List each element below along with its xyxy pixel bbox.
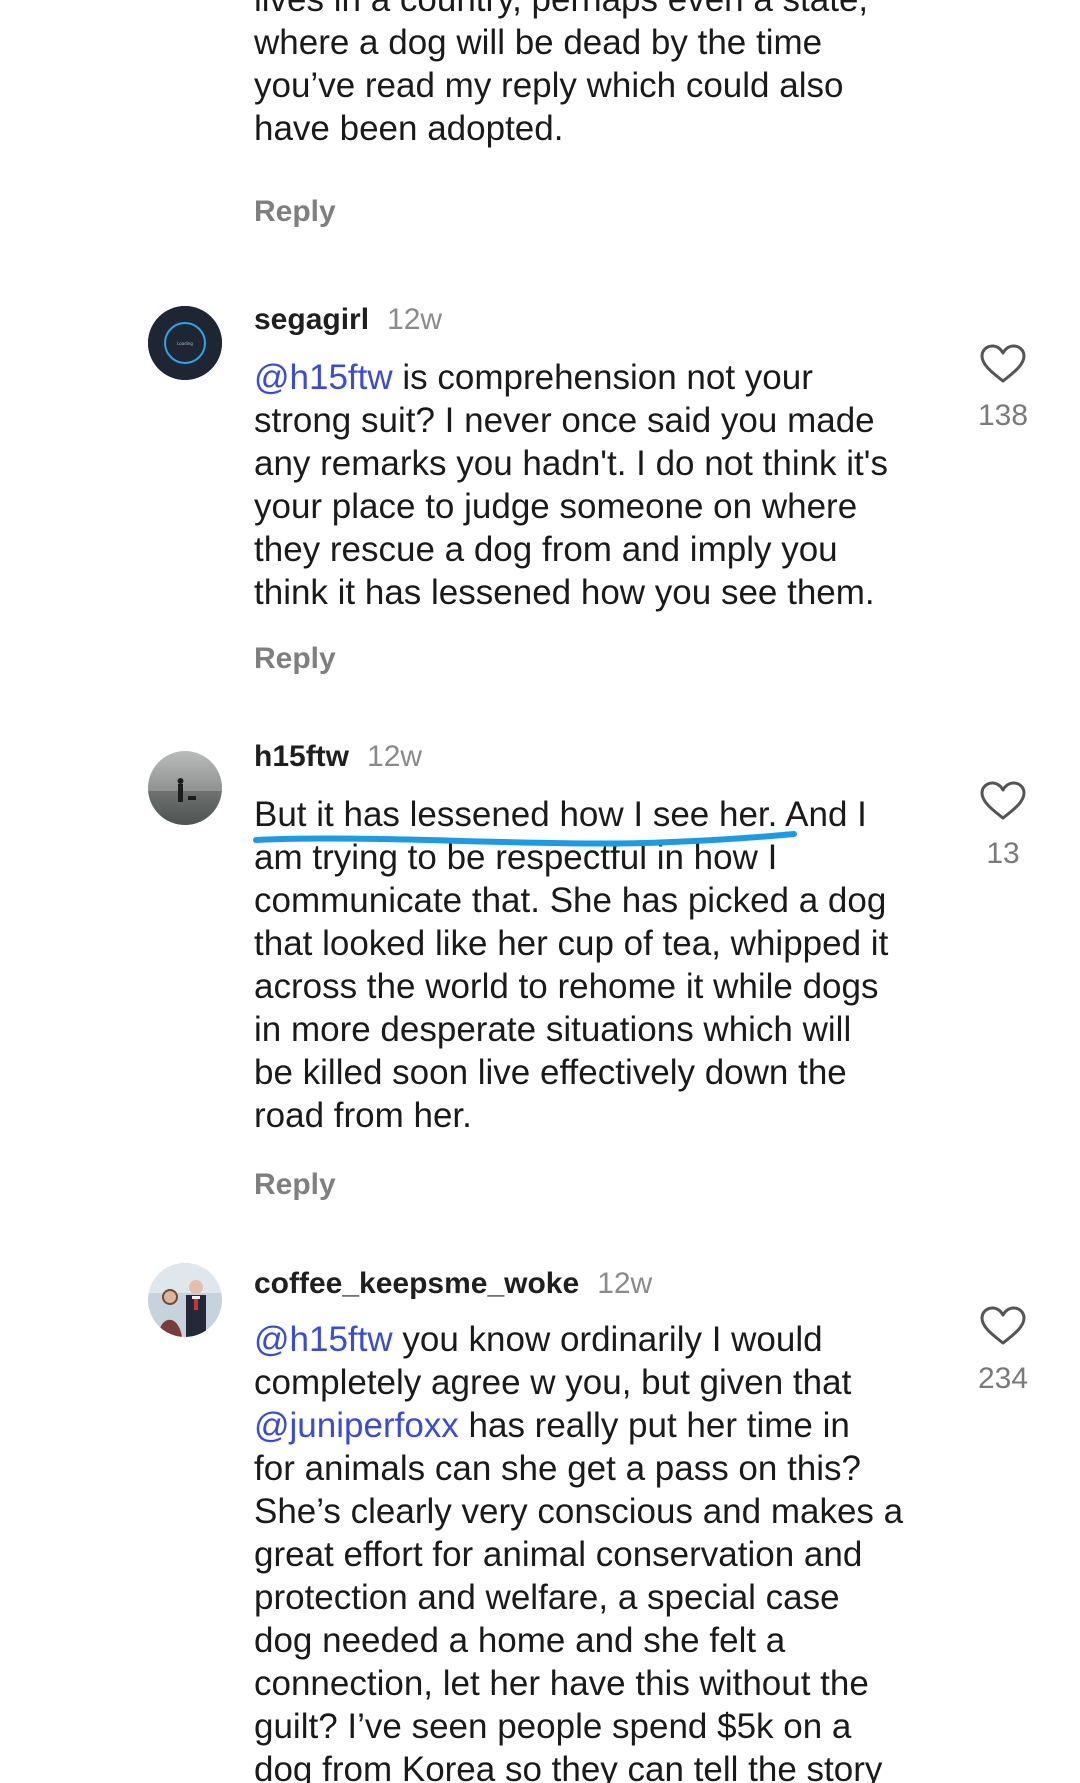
comment-line: guilt? I’ve seen people spend $5k on a [254, 1705, 944, 1748]
avatar[interactable] [148, 1263, 222, 1337]
comment-text-segment: have been adopted. [254, 109, 564, 148]
comment-line: She’s clearly very conscious and makes a [254, 1490, 944, 1533]
comments-screen: lives in a country, perhaps even a state… [0, 0, 1080, 1783]
like-count: 13 [986, 837, 1020, 870]
comment-line: they rescue a dog from and imply you [254, 528, 944, 571]
comment-line: completely agree w you, but given that [254, 1361, 944, 1404]
comment-text-segment: connection, let her have this without th… [254, 1664, 869, 1703]
username[interactable]: coffee_keepsme_woke [254, 1267, 579, 1300]
comment-line: communicate that. She has picked a dog [254, 879, 944, 922]
comment-text-segment: that looked like her cup of tea, whipped… [254, 924, 889, 963]
svg-text:Loading: Loading [177, 341, 193, 346]
username[interactable]: h15ftw [254, 740, 349, 773]
comment-line: lives in a country, perhaps even a state… [254, 0, 944, 21]
loading-avatar-icon: Loading [148, 306, 222, 380]
comment-header: h15ftw 12w [254, 739, 422, 775]
comment-line: have been adopted. [254, 107, 944, 150]
comment-text-segment: be killed soon live effectively down the [254, 1053, 847, 1092]
comment-text-segment: completely agree w you, but given that [254, 1363, 852, 1402]
comment-text-segment: where a dog will be dead by the time [254, 23, 823, 62]
comment-text-segment: across the world to rehome it while dogs [254, 967, 879, 1006]
comment-text-segment: is comprehension not your [392, 358, 813, 397]
comment-text-segment: they rescue a dog from and imply you [254, 530, 838, 569]
comment-line: @h15ftw is comprehension not your [254, 356, 944, 399]
timestamp: 12w [597, 1267, 653, 1300]
comment-line: be killed soon live effectively down the [254, 1051, 944, 1094]
comment-text-segment: has really put her time in [458, 1406, 850, 1445]
heart-outline-icon[interactable] [980, 344, 1026, 384]
comment-line: dog from Korea so they can tell the stor… [254, 1748, 944, 1783]
comment-body: @h15ftw you know ordinarily I would compl… [254, 1318, 944, 1783]
avatar[interactable]: Loading [148, 306, 222, 380]
comment-line: your place to judge someone on where [254, 485, 944, 528]
comment-line: great effort for animal conservation and [254, 1533, 944, 1576]
reply-button[interactable]: Reply [254, 641, 336, 677]
like-count: 138 [977, 399, 1029, 432]
comment-text-segment: great effort for animal conservation and [254, 1535, 863, 1574]
comment-text-segment: any remarks you hadn't. I do not think i… [254, 444, 888, 483]
comment-line: across the world to rehome it while dogs [254, 965, 944, 1008]
user-mention-link[interactable]: @juniperfoxx [254, 1406, 459, 1445]
avatar[interactable] [148, 751, 222, 825]
highlight-underline [253, 831, 797, 847]
beach-silhouette-avatar [148, 751, 222, 825]
comment-body: @h15ftw is comprehension not your strong … [254, 356, 944, 614]
comment-line: dog needed a home and she felt a [254, 1619, 944, 1662]
reply-button[interactable]: Reply [254, 1167, 336, 1203]
like-count: 234 [977, 1362, 1029, 1395]
comment-line: @juniperfoxx has really put her time in [254, 1404, 944, 1447]
comment-text-segment: protection and welfare, a special case [254, 1578, 840, 1617]
comment-line: connection, let her have this without th… [254, 1662, 944, 1705]
comment-line: think it has lessened how you see them. [254, 571, 944, 614]
comment-line: any remarks you hadn't. I do not think i… [254, 442, 944, 485]
comment-line: strong suit? I never once said you made [254, 399, 944, 442]
comment-text-segment: communicate that. She has picked a dog [254, 881, 887, 920]
comment-text-segment: you know ordinarily I would [392, 1320, 823, 1359]
comment-header: segagirl 12w [254, 302, 442, 338]
comment-text-segment: lives in a country, perhaps even a state… [254, 0, 868, 19]
reply-button[interactable]: Reply [254, 194, 336, 230]
comment-text-segment: in more desperate situations which will [254, 1010, 852, 1049]
timestamp: 12w [367, 740, 423, 773]
comment-body: lives in a country, perhaps even a state… [254, 0, 944, 150]
comment-text-segment: guilt? I’ve seen people spend $5k on a [254, 1707, 852, 1746]
couple-photo-avatar [148, 1263, 222, 1337]
username[interactable]: segagirl [254, 303, 369, 336]
comment-line: where a dog will be dead by the time [254, 21, 944, 64]
comment-line: protection and welfare, a special case [254, 1576, 944, 1619]
comment-text-segment: strong suit? I never once said you made [254, 401, 875, 440]
comment-text-segment: road from her. [254, 1096, 472, 1135]
comment-text-segment: you’ve read my reply which could also [254, 66, 844, 105]
comment-text-segment: think it has lessened how you see them. [254, 573, 875, 612]
comment-text-segment: your place to judge someone on where [254, 487, 858, 526]
comment-line: that looked like her cup of tea, whipped… [254, 922, 944, 965]
comment-line: in more desperate situations which will [254, 1008, 944, 1051]
comment-text-segment: dog needed a home and she felt a [254, 1621, 786, 1660]
comment-text-segment: dog from Korea so they can tell the stor… [254, 1750, 883, 1783]
user-mention-link[interactable]: @h15ftw [254, 358, 393, 397]
comment-text-segment: She’s clearly very conscious and makes a [254, 1492, 904, 1531]
user-mention-link[interactable]: @h15ftw [254, 1320, 393, 1359]
comment-line: for animals can she get a pass on this? [254, 1447, 944, 1490]
comment-text-segment: for animals can she get a pass on this? [254, 1449, 862, 1488]
comment-line: road from her. [254, 1094, 944, 1137]
heart-outline-icon[interactable] [980, 781, 1026, 821]
comment-line: you’ve read my reply which could also [254, 64, 944, 107]
comment-line: @h15ftw you know ordinarily I would [254, 1318, 944, 1361]
timestamp: 12w [387, 303, 443, 336]
heart-outline-icon[interactable] [980, 1306, 1026, 1346]
comment-header: coffee_keepsme_woke 12w [254, 1266, 652, 1302]
